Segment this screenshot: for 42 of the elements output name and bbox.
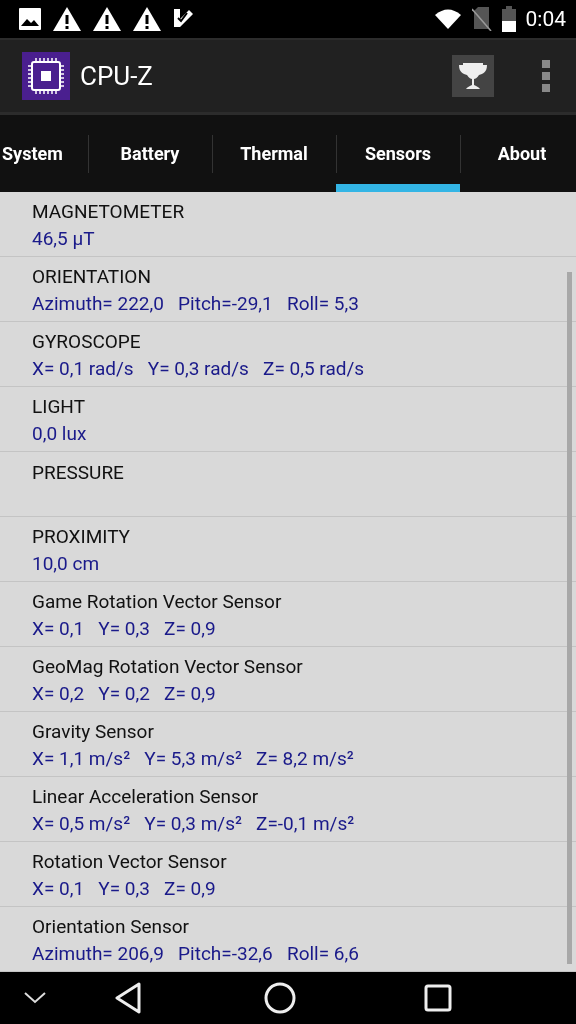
sensor-name: LIGHT [32, 395, 86, 418]
home-button[interactable] [264, 982, 296, 1014]
sensor-name: GeoMag Rotation Vector Sensor [32, 655, 304, 678]
image-icon [18, 7, 42, 31]
sensor-value: 46,5 µT [32, 227, 96, 250]
tab[interactable]: About [460, 115, 576, 192]
sensor-name: Linear Acceleration Sensor [32, 785, 260, 808]
back-button[interactable] [114, 982, 142, 1014]
sensor-value: X= 0,1 Y= 0,3 Z= 0,9 [32, 877, 217, 900]
sensor-value: X= 1,1 m/s² Y= 5,3 m/s² Z= 8,2 m/s² [32, 747, 355, 770]
wifi-icon [433, 8, 462, 30]
tab[interactable]: Battery [88, 115, 212, 192]
tab[interactable]: Thermal [212, 115, 336, 192]
sensor-name: Rotation Vector Sensor [32, 850, 228, 873]
no-sim-icon [471, 7, 492, 31]
sensor-name: PROXIMITY [32, 525, 132, 548]
sensor-value: Azimuth= 206,9 Pitch=-32,6 Roll= 6,6 [32, 942, 360, 965]
sensor-value: X= 0,1 Y= 0,3 Z= 0,9 [32, 617, 217, 640]
sensor-value: X= 0,1 rad/s Y= 0,3 rad/s Z= 0,5 rad/s [32, 357, 366, 380]
sensor-name: Orientation Sensor [32, 915, 191, 938]
sensor-value: Azimuth= 222,0 Pitch=-29,1 Roll= 5,3 [32, 292, 360, 315]
warning-icon [132, 6, 162, 32]
warning-icon [92, 6, 122, 32]
collapse-icon[interactable] [24, 992, 46, 1004]
app-title: CPU-Z [80, 61, 154, 91]
chip-logo-icon [22, 52, 70, 100]
sensor-name: ORIENTATION [32, 265, 152, 288]
sensor-value: X= 0,5 m/s² Y= 0,3 m/s² Z=-0,1 m/s² [32, 812, 356, 835]
sensor-name: MAGNETOMETER [32, 200, 186, 223]
sensor-value: X= 0,2 Y= 0,2 Z= 0,9 [32, 682, 217, 705]
sensor-name: Game Rotation Vector Sensor [32, 590, 283, 613]
clock-time: 0:04 [525, 7, 566, 31]
sensor-name: GYROSCOPE [32, 330, 142, 353]
battery-icon [501, 6, 516, 32]
sensor-value: 10,0 cm [32, 552, 101, 575]
sensor-name: Gravity Sensor [32, 720, 155, 743]
sensor-value: 0,0 lux [32, 422, 88, 445]
tab[interactable]: System [0, 115, 88, 192]
sensor-name: PRESSURE [32, 460, 125, 484]
trophy-button[interactable] [452, 55, 494, 97]
recents-button[interactable] [424, 984, 452, 1012]
warning-icon [52, 6, 82, 32]
